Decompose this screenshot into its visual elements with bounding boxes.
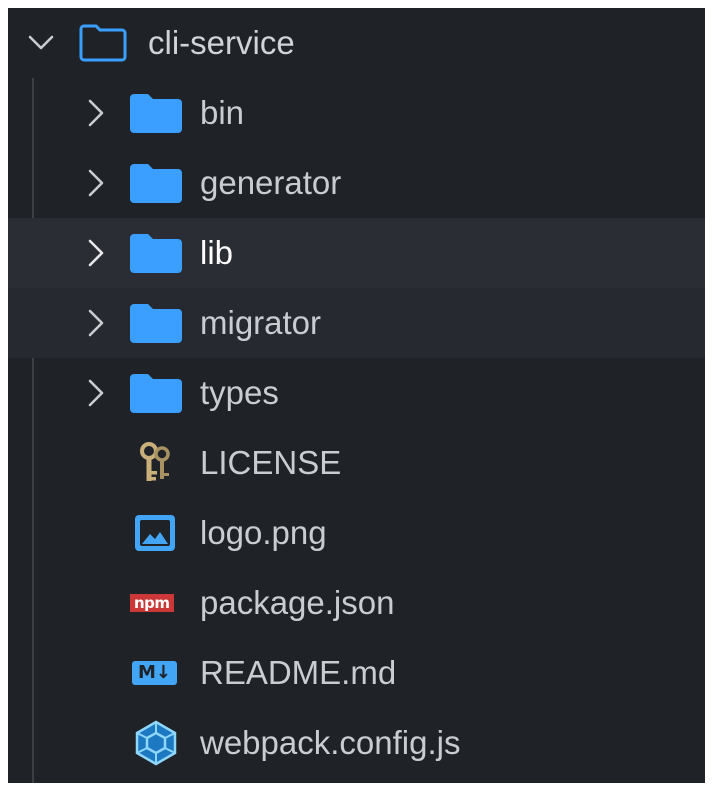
tree-item-file-logo-png[interactable]: logo.png [8,498,705,568]
chevron-down-icon[interactable] [28,8,54,78]
npm-icon-text: npm [130,594,174,612]
tree-item-folder-lib[interactable]: lib [8,218,705,288]
chevron-right-icon[interactable] [88,218,104,288]
chevron-right-icon[interactable] [88,358,104,428]
tree-item-label: logo.png [200,514,327,551]
folder-icon [130,218,182,288]
file-explorer: cli-service bin generator lib migrator t… [8,8,705,783]
tree-item-file-package-json[interactable]: npm package.json [8,568,705,638]
chevron-right-icon[interactable] [88,148,104,218]
tree-item-label: bin [200,94,245,131]
folder-icon [130,148,182,218]
tree-item-root-folder[interactable]: cli-service [8,8,705,78]
chevron-right-icon[interactable] [88,288,104,358]
tree-item-label: migrator [200,304,322,341]
tree-item-file-license[interactable]: LICENSE [8,428,705,498]
webpack-icon [134,708,178,778]
chevron-right-icon[interactable] [88,78,104,148]
folder-icon [130,78,182,148]
tree-item-label: LICENSE [200,444,342,481]
tree-item-folder-types[interactable]: types [8,358,705,428]
tree-item-label: generator [200,164,342,201]
folder-icon [130,358,182,428]
folder-outline-icon [78,8,128,78]
markdown-icon-text: M↓ [132,661,177,685]
tree-item-folder-migrator[interactable]: migrator [8,288,705,358]
tree-item-label: webpack.config.js [200,724,461,761]
tree-item-folder-generator[interactable]: generator [8,148,705,218]
tree-item-label: lib [200,234,234,271]
folder-icon [130,288,182,358]
image-icon [134,498,176,568]
tree-item-folder-bin[interactable]: bin [8,78,705,148]
tree-item-file-webpack-config-js[interactable]: webpack.config.js [8,708,705,778]
tree-item-label: README.md [200,654,397,691]
tree-item-label: package.json [200,584,395,621]
npm-icon: npm [130,568,174,638]
key-icon [138,428,174,498]
tree-item-label: types [200,374,279,411]
tree-item-label: cli-service [148,24,295,61]
tree-item-file-readme-md[interactable]: M↓ README.md [8,638,705,708]
markdown-icon: M↓ [132,638,177,708]
